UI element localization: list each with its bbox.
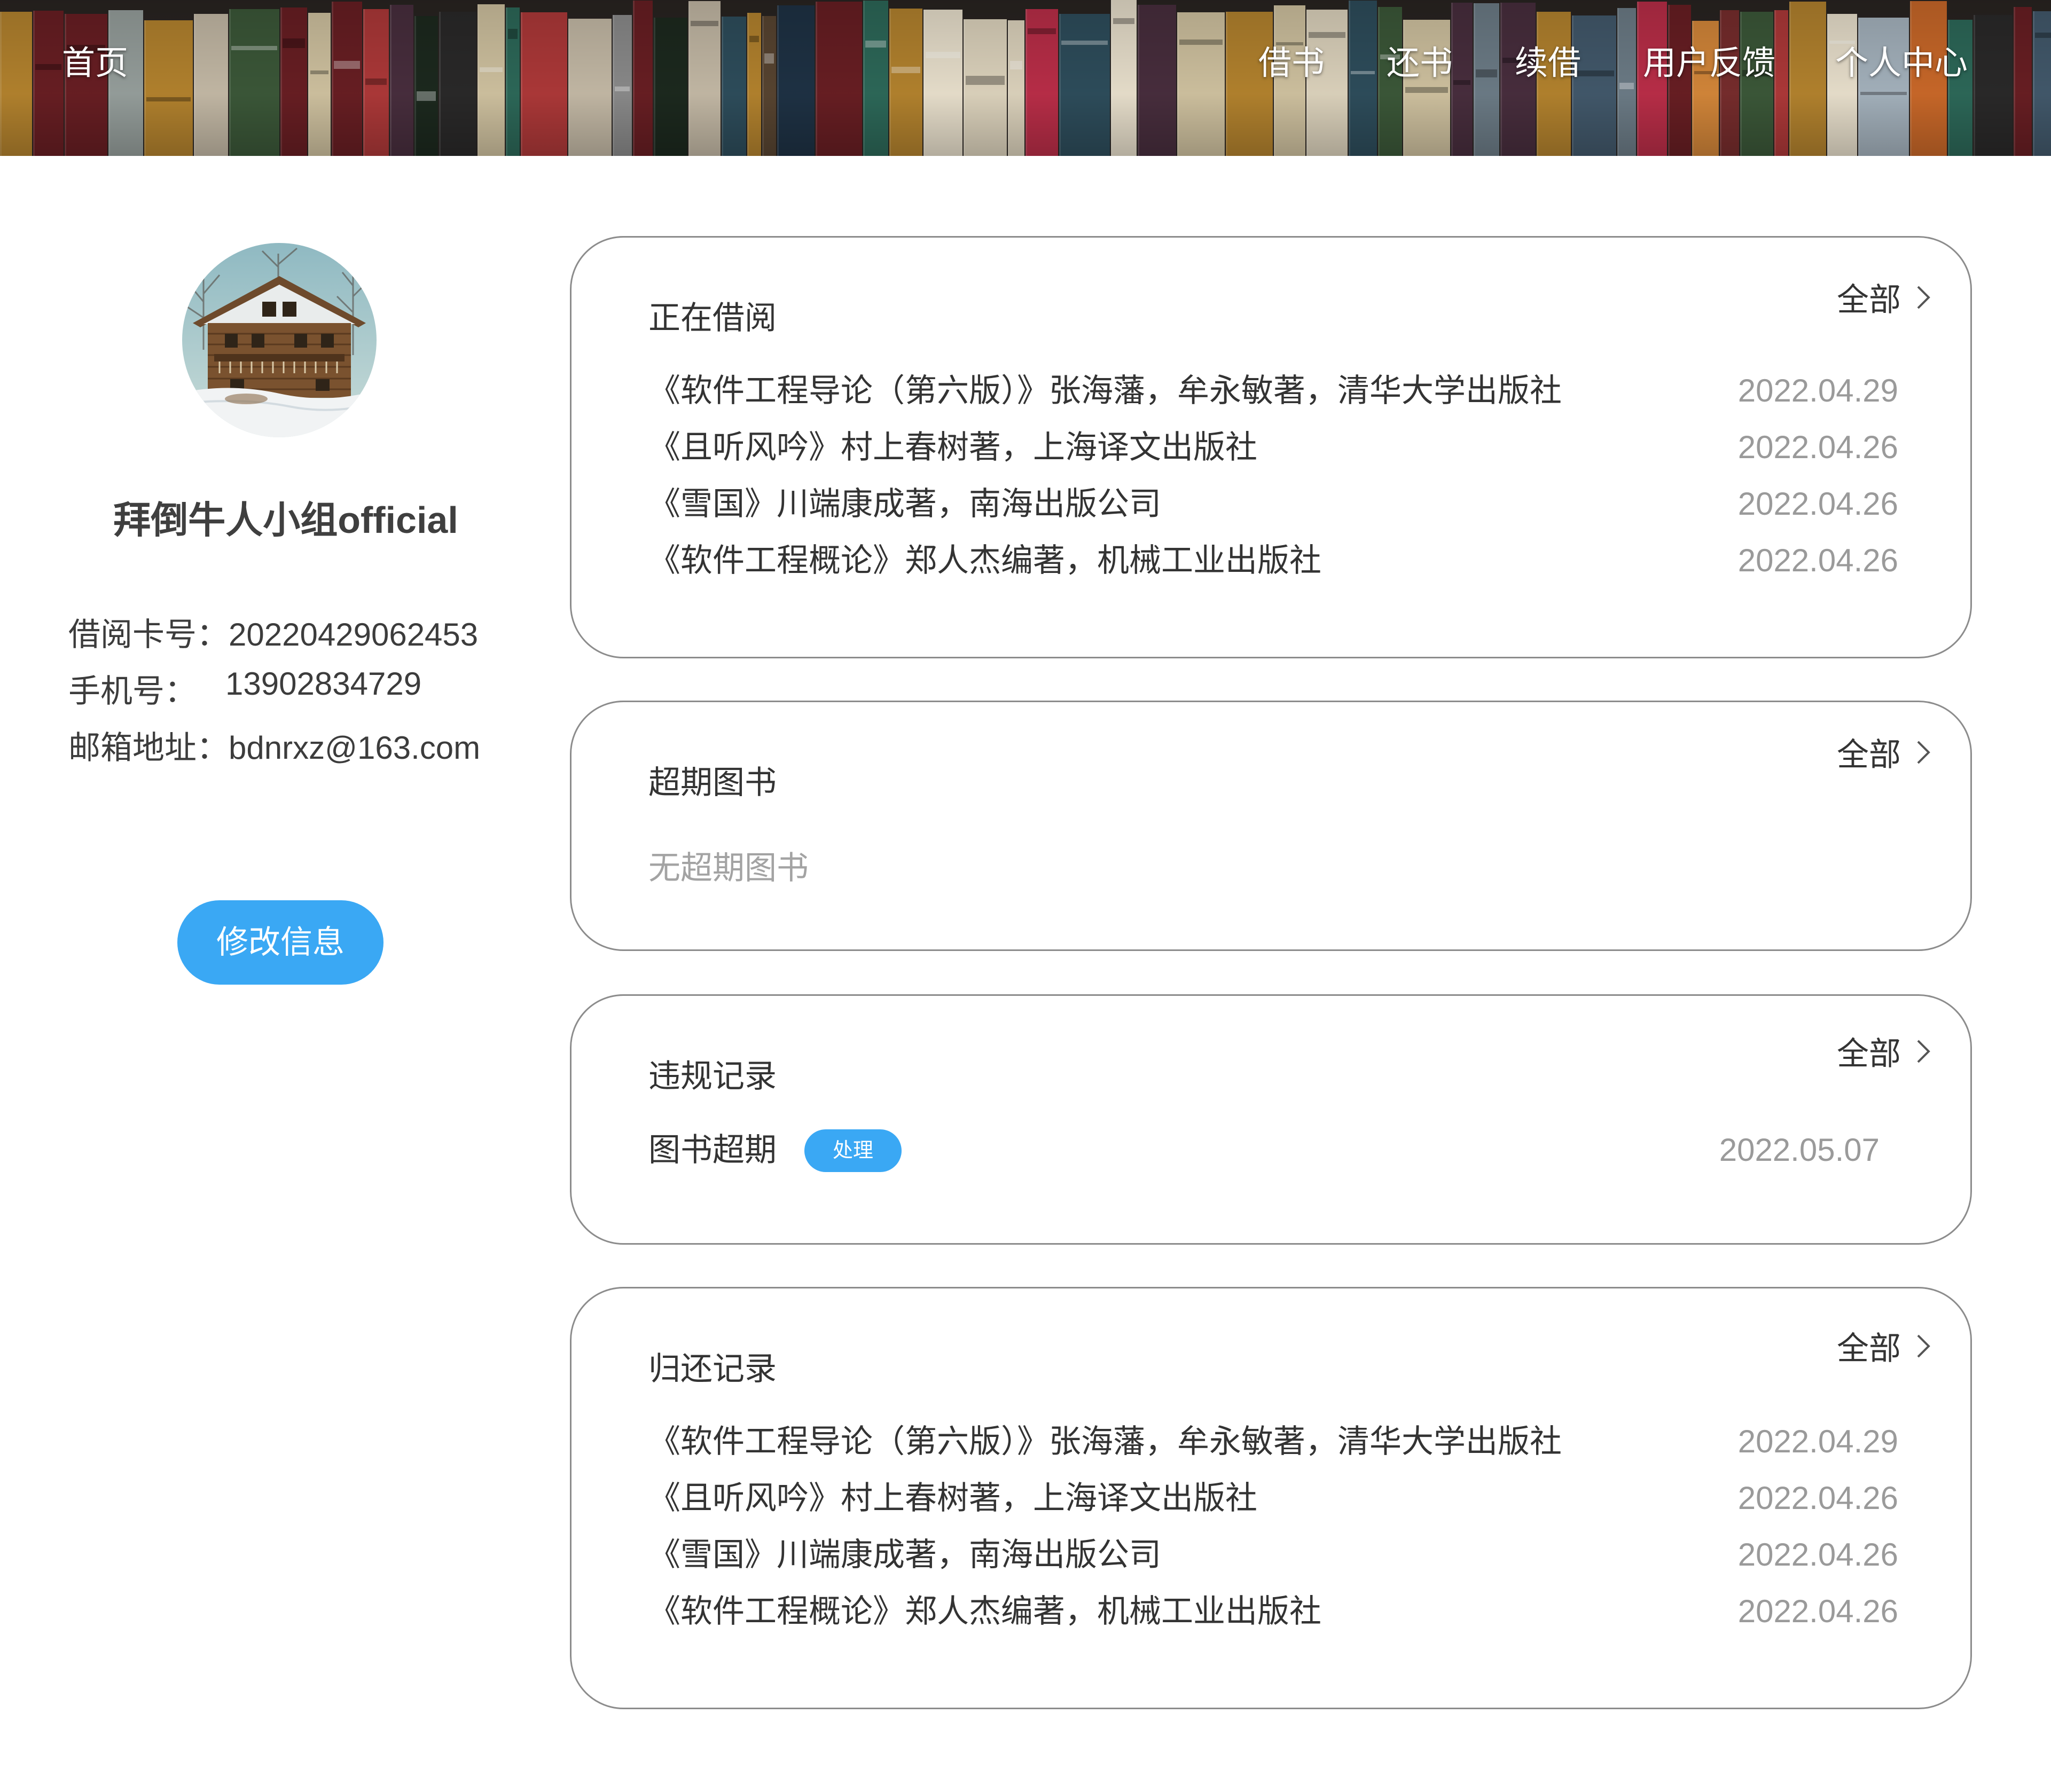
list-item[interactable]: 《软件工程概论》郑人杰编著，机械工业出版社 2022.04.26 [648,1587,1898,1636]
book-title: 《软件工程导论（第六版）》张海藩，牟永敏著，清华大学出版社 [648,373,1562,408]
violation-all-link[interactable]: 全部 [1837,1028,1934,1074]
book-date: 2022.04.29 [1737,373,1898,408]
phone-label: 手机号： [68,673,197,709]
email-label: 邮箱地址： [68,730,229,766]
nav-return-link[interactable]: 还书 [1387,47,1453,80]
violation-type: 图书超期 [648,1132,777,1168]
book-title: 《软件工程概论》郑人杰编著，机械工业出版社 [648,1593,1321,1629]
returned-title: 归还记录 [648,1351,777,1387]
wooden-house-avatar-image [182,243,377,437]
nav-profile-link[interactable]: 个人中心 [1835,47,1968,80]
user-name: 拜倒牛人小组official [113,499,458,541]
list-item[interactable]: 《且听风吟》村上春树著，上海译文出版社 2022.04.26 [648,1474,1898,1522]
book-date: 2022.04.26 [1737,543,1898,578]
email-value: bdnrxz@163.com [229,730,481,766]
list-item[interactable]: 《软件工程概论》郑人杰编著，机械工业出版社 2022.04.26 [648,537,1898,585]
nav-feedback-link[interactable]: 用户反馈 [1643,47,1775,80]
book-title: 《雪国》川端康成著，南海出版公司 [648,486,1161,522]
nav-renew-link[interactable]: 续借 [1515,47,1581,80]
header-banner: 首页 借书 还书 续借 用户反馈 个人中心 [0,0,2051,156]
book-date: 2022.04.26 [1737,429,1898,465]
handle-violation-button[interactable]: 处理 [804,1129,902,1172]
card-number-value: 20220429062453 [229,617,479,653]
borrowing-all-link[interactable]: 全部 [1837,274,1934,320]
all-link-label: 全部 [1837,282,1901,318]
returned-card: 归还记录 全部 《软件工程导论（第六版）》张海藩，牟永敏著，清华大学出版社 20… [570,1287,1972,1709]
book-date: 2022.04.26 [1737,1537,1898,1573]
all-link-label: 全部 [1837,1331,1901,1366]
chevron-right-icon [1913,737,1934,767]
book-title: 《且听风吟》村上春树著，上海译文出版社 [648,1480,1257,1516]
list-item[interactable]: 《软件工程导论（第六版）》张海藩，牟永敏著，清华大学出版社 2022.04.29 [648,367,1898,415]
borrowing-card: 正在借阅 全部 《软件工程导论（第六版）》张海藩，牟永敏著，清华大学出版社 20… [570,236,1972,658]
violation-title: 违规记录 [648,1058,777,1094]
list-item[interactable]: 《且听风吟》村上春树著，上海译文出版社 2022.04.26 [648,423,1898,471]
book-date: 2022.04.26 [1737,486,1898,522]
returned-all-link[interactable]: 全部 [1837,1323,1934,1369]
phone-value: 13902834729 [225,666,422,702]
book-title: 《软件工程概论》郑人杰编著，机械工业出版社 [648,543,1321,578]
list-item[interactable]: 《雪国》川端康成著，南海出版公司 2022.04.26 [648,1531,1898,1579]
nav-borrow-link[interactable]: 借书 [1258,47,1325,80]
email-row: 邮箱地址：bdnrxz@163.com [68,722,480,768]
list-item[interactable]: 《雪国》川端康成著，南海出版公司 2022.04.26 [648,480,1898,528]
all-link-label: 全部 [1837,1036,1901,1072]
book-date: 2022.04.26 [1737,1480,1898,1516]
overdue-empty-text: 无超期图书 [648,850,809,886]
book-title: 《软件工程导论（第六版）》张海藩，牟永敏著，清华大学出版社 [648,1424,1562,1459]
phone-row: 手机号： 13902834729 [68,665,421,712]
borrowing-title: 正在借阅 [648,300,777,336]
book-date: 2022.04.29 [1737,1424,1898,1459]
overdue-card: 超期图书 全部 无超期图书 [570,701,1972,951]
chevron-right-icon [1913,1036,1934,1066]
book-title: 《雪国》川端康成著，南海出版公司 [648,1537,1161,1573]
chevron-right-icon [1913,282,1934,312]
avatar [182,243,377,437]
list-item[interactable]: 《软件工程导论（第六版）》张海藩，牟永敏著，清华大学出版社 2022.04.29 [648,1418,1898,1466]
overdue-title: 超期图书 [648,765,777,800]
card-number-row: 借阅卡号：20220429062453 [68,609,478,655]
violation-date: 2022.05.07 [1719,1132,1880,1168]
overdue-all-link[interactable]: 全部 [1837,729,1934,775]
book-date: 2022.04.26 [1737,1593,1898,1629]
nav-home-link[interactable]: 首页 [62,47,128,80]
chevron-right-icon [1913,1331,1934,1361]
edit-info-button[interactable]: 修改信息 [177,900,383,985]
card-number-label: 借阅卡号： [68,617,229,653]
all-link-label: 全部 [1837,737,1901,773]
book-title: 《且听风吟》村上春树著，上海译文出版社 [648,429,1257,465]
violation-card: 违规记录 全部 图书超期 处理 2022.05.07 [570,994,1972,1245]
